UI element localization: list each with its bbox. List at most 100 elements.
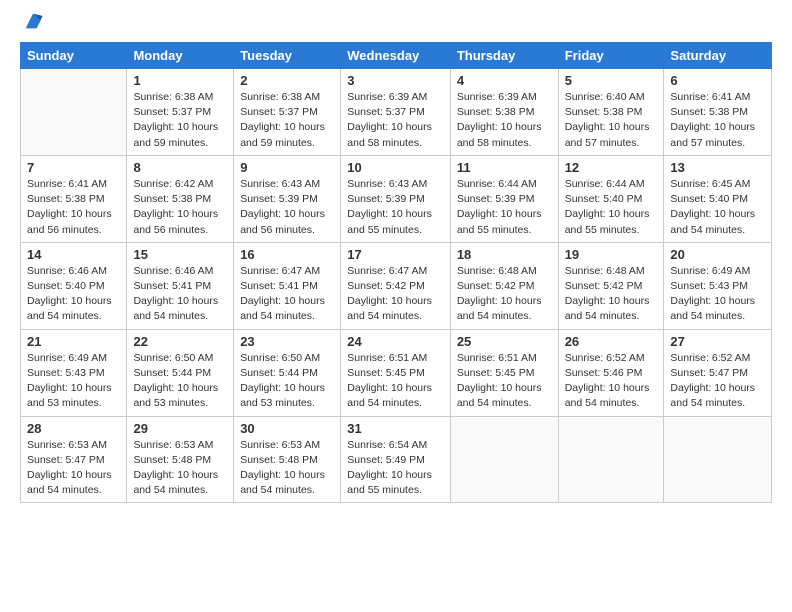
day-info: Sunrise: 6:39 AM Sunset: 5:38 PM Dayligh… (457, 90, 552, 151)
day-info: Sunrise: 6:50 AM Sunset: 5:44 PM Dayligh… (240, 351, 334, 412)
col-header-sunday: Sunday (21, 43, 127, 69)
calendar-cell: 11 Sunrise: 6:44 AM Sunset: 5:39 PM Dayli… (450, 155, 558, 242)
calendar-cell: 10 Sunrise: 6:43 AM Sunset: 5:39 PM Dayli… (341, 155, 451, 242)
day-info: Sunrise: 6:38 AM Sunset: 5:37 PM Dayligh… (133, 90, 227, 151)
day-number: 15 (133, 247, 227, 262)
col-header-saturday: Saturday (664, 43, 772, 69)
calendar-cell: 4Sunrise: 6:39 AM Sunset: 5:38 PM Daylig… (450, 69, 558, 156)
calendar-cell: 21 Sunrise: 6:49 AM Sunset: 5:43 PM Dayli… (21, 329, 127, 416)
day-info: Sunrise: 6:44 AM Sunset: 5:39 PM Dayligh… (457, 177, 552, 238)
calendar-cell (450, 416, 558, 503)
calendar-week-4: 21 Sunrise: 6:49 AM Sunset: 5:43 PM Dayli… (21, 329, 772, 416)
calendar-cell (21, 69, 127, 156)
day-info: Sunrise: 6:47 AM Sunset: 5:41 PM Dayligh… (240, 264, 334, 325)
calendar-cell: 20 Sunrise: 6:49 AM Sunset: 5:43 PM Dayli… (664, 242, 772, 329)
day-info: Sunrise: 6:51 AM Sunset: 5:45 PM Dayligh… (457, 351, 552, 412)
day-info: Sunrise: 6:53 AM Sunset: 5:48 PM Dayligh… (240, 438, 334, 499)
day-info: Sunrise: 6:41 AM Sunset: 5:38 PM Dayligh… (670, 90, 765, 151)
day-number: 25 (457, 334, 552, 349)
day-number: 11 (457, 160, 552, 175)
day-info: Sunrise: 6:40 AM Sunset: 5:38 PM Dayligh… (565, 90, 658, 151)
calendar-cell: 1 Sunrise: 6:38 AM Sunset: 5:37 PM Daylig… (127, 69, 234, 156)
day-number: 30 (240, 421, 334, 436)
day-number: 27 (670, 334, 765, 349)
calendar-table: SundayMondayTuesdayWednesdayThursdayFrid… (20, 42, 772, 503)
day-number: 3 (347, 73, 444, 88)
day-number: 23 (240, 334, 334, 349)
day-info: Sunrise: 6:43 AM Sunset: 5:39 PM Dayligh… (240, 177, 334, 238)
day-number: 21 (27, 334, 120, 349)
day-number: 1 (133, 73, 227, 88)
calendar-cell: 13Sunrise: 6:45 AM Sunset: 5:40 PM Dayli… (664, 155, 772, 242)
calendar-week-3: 14 Sunrise: 6:46 AM Sunset: 5:40 PM Dayli… (21, 242, 772, 329)
calendar-cell (558, 416, 664, 503)
day-number: 9 (240, 160, 334, 175)
col-header-friday: Friday (558, 43, 664, 69)
day-info: Sunrise: 6:53 AM Sunset: 5:48 PM Dayligh… (133, 438, 227, 499)
day-number: 18 (457, 247, 552, 262)
day-number: 2 (240, 73, 334, 88)
day-number: 14 (27, 247, 120, 262)
day-number: 31 (347, 421, 444, 436)
day-number: 29 (133, 421, 227, 436)
day-number: 20 (670, 247, 765, 262)
day-number: 8 (133, 160, 227, 175)
calendar-cell: 18 Sunrise: 6:48 AM Sunset: 5:42 PM Dayli… (450, 242, 558, 329)
day-number: 26 (565, 334, 658, 349)
calendar-cell: 30 Sunrise: 6:53 AM Sunset: 5:48 PM Dayli… (234, 416, 341, 503)
calendar-cell: 27 Sunrise: 6:52 AM Sunset: 5:47 PM Dayli… (664, 329, 772, 416)
day-info: Sunrise: 6:52 AM Sunset: 5:46 PM Dayligh… (565, 351, 658, 412)
calendar-header-row: SundayMondayTuesdayWednesdayThursdayFrid… (21, 43, 772, 69)
calendar-cell: 22Sunrise: 6:50 AM Sunset: 5:44 PM Dayli… (127, 329, 234, 416)
day-info: Sunrise: 6:48 AM Sunset: 5:42 PM Dayligh… (457, 264, 552, 325)
day-info: Sunrise: 6:53 AM Sunset: 5:47 PM Dayligh… (27, 438, 120, 499)
calendar-cell: 14 Sunrise: 6:46 AM Sunset: 5:40 PM Dayli… (21, 242, 127, 329)
day-info: Sunrise: 6:43 AM Sunset: 5:39 PM Dayligh… (347, 177, 444, 238)
day-info: Sunrise: 6:54 AM Sunset: 5:49 PM Dayligh… (347, 438, 444, 499)
calendar-cell: 6 Sunrise: 6:41 AM Sunset: 5:38 PM Daylig… (664, 69, 772, 156)
day-info: Sunrise: 6:49 AM Sunset: 5:43 PM Dayligh… (670, 264, 765, 325)
calendar-cell: 5 Sunrise: 6:40 AM Sunset: 5:38 PM Daylig… (558, 69, 664, 156)
day-number: 10 (347, 160, 444, 175)
calendar-cell: 17 Sunrise: 6:47 AM Sunset: 5:42 PM Dayli… (341, 242, 451, 329)
calendar-cell: 23 Sunrise: 6:50 AM Sunset: 5:44 PM Dayli… (234, 329, 341, 416)
day-info: Sunrise: 6:45 AM Sunset: 5:40 PM Dayligh… (670, 177, 765, 238)
day-number: 12 (565, 160, 658, 175)
day-info: Sunrise: 6:52 AM Sunset: 5:47 PM Dayligh… (670, 351, 765, 412)
calendar-week-2: 7 Sunrise: 6:41 AM Sunset: 5:38 PM Daylig… (21, 155, 772, 242)
calendar-cell: 7 Sunrise: 6:41 AM Sunset: 5:38 PM Daylig… (21, 155, 127, 242)
day-info: Sunrise: 6:39 AM Sunset: 5:37 PM Dayligh… (347, 90, 444, 151)
calendar-cell: 31 Sunrise: 6:54 AM Sunset: 5:49 PM Dayli… (341, 416, 451, 503)
col-header-monday: Monday (127, 43, 234, 69)
day-info: Sunrise: 6:41 AM Sunset: 5:38 PM Dayligh… (27, 177, 120, 238)
day-info: Sunrise: 6:49 AM Sunset: 5:43 PM Dayligh… (27, 351, 120, 412)
calendar-cell: 15Sunrise: 6:46 AM Sunset: 5:41 PM Dayli… (127, 242, 234, 329)
day-number: 17 (347, 247, 444, 262)
day-number: 19 (565, 247, 658, 262)
calendar-cell: 8Sunrise: 6:42 AM Sunset: 5:38 PM Daylig… (127, 155, 234, 242)
col-header-wednesday: Wednesday (341, 43, 451, 69)
day-info: Sunrise: 6:48 AM Sunset: 5:42 PM Dayligh… (565, 264, 658, 325)
logo-icon (22, 10, 44, 32)
calendar-cell: 19 Sunrise: 6:48 AM Sunset: 5:42 PM Dayli… (558, 242, 664, 329)
calendar-cell: 12 Sunrise: 6:44 AM Sunset: 5:40 PM Dayli… (558, 155, 664, 242)
col-header-tuesday: Tuesday (234, 43, 341, 69)
header (20, 18, 772, 32)
calendar-cell: 29 Sunrise: 6:53 AM Sunset: 5:48 PM Dayli… (127, 416, 234, 503)
calendar-cell: 2 Sunrise: 6:38 AM Sunset: 5:37 PM Daylig… (234, 69, 341, 156)
day-info: Sunrise: 6:46 AM Sunset: 5:40 PM Dayligh… (27, 264, 120, 325)
day-info: Sunrise: 6:50 AM Sunset: 5:44 PM Dayligh… (133, 351, 227, 412)
day-info: Sunrise: 6:38 AM Sunset: 5:37 PM Dayligh… (240, 90, 334, 151)
day-number: 7 (27, 160, 120, 175)
calendar-cell (664, 416, 772, 503)
day-number: 5 (565, 73, 658, 88)
day-number: 24 (347, 334, 444, 349)
calendar-cell: 16 Sunrise: 6:47 AM Sunset: 5:41 PM Dayli… (234, 242, 341, 329)
calendar-cell: 24Sunrise: 6:51 AM Sunset: 5:45 PM Dayli… (341, 329, 451, 416)
day-info: Sunrise: 6:47 AM Sunset: 5:42 PM Dayligh… (347, 264, 444, 325)
day-number: 6 (670, 73, 765, 88)
day-number: 16 (240, 247, 334, 262)
calendar-cell: 3 Sunrise: 6:39 AM Sunset: 5:37 PM Daylig… (341, 69, 451, 156)
calendar-cell: 9 Sunrise: 6:43 AM Sunset: 5:39 PM Daylig… (234, 155, 341, 242)
day-info: Sunrise: 6:44 AM Sunset: 5:40 PM Dayligh… (565, 177, 658, 238)
